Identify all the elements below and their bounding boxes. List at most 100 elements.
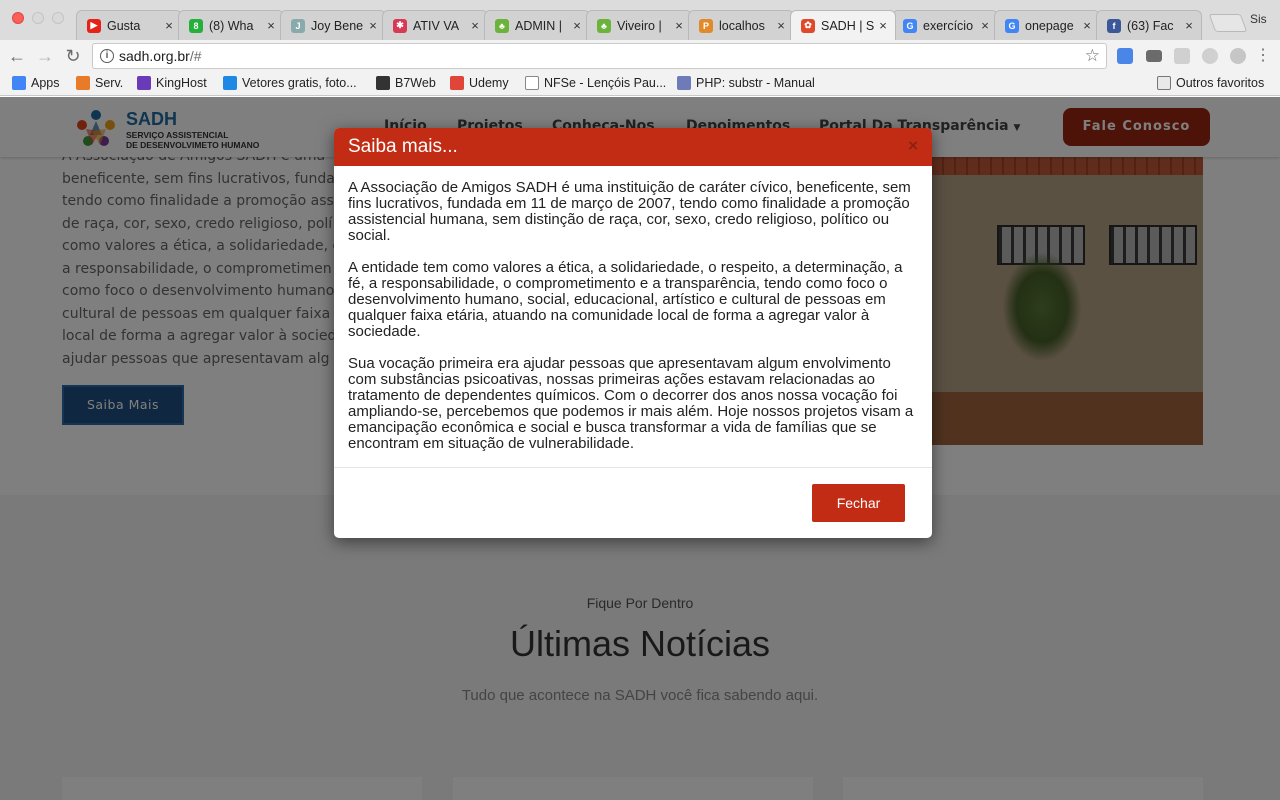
- profile-label[interactable]: Sis: [1250, 12, 1267, 26]
- extension-icon[interactable]: [1174, 48, 1190, 64]
- close-tab-icon[interactable]: ×: [469, 18, 481, 33]
- forward-arrow-icon[interactable]: →: [34, 45, 56, 67]
- modal-paragraph: Sua vocação primeira era ajudar pessoas …: [348, 355, 914, 452]
- bookmark-item[interactable]: NFSe - Lençóis Pau...: [525, 76, 666, 90]
- tab-title: SADH | S: [821, 18, 875, 33]
- close-tab-icon[interactable]: ×: [265, 18, 277, 33]
- tab-title: ATIV VA: [413, 18, 460, 33]
- bookmark-star-icon[interactable]: ☆: [1085, 44, 1100, 68]
- browser-tab[interactable]: Gexercício ×: [892, 10, 998, 40]
- freepik-icon: [223, 76, 237, 90]
- site-info-icon[interactable]: i: [100, 49, 114, 63]
- other-bookmarks-label: Outros favoritos: [1176, 76, 1265, 90]
- modal-paragraph: A entidade tem como valores a ética, a s…: [348, 259, 903, 340]
- address-bar[interactable]: i sadh.org.br/# ☆: [92, 43, 1107, 69]
- new-tab-button[interactable]: [1208, 14, 1248, 32]
- tab-title: onepage: [1025, 18, 1074, 33]
- cast-icon[interactable]: [1146, 50, 1162, 62]
- star-icon: ✱: [393, 18, 407, 33]
- kinghost-icon: [137, 76, 151, 90]
- phpmyadmin-icon: P: [699, 18, 713, 33]
- browser-tab[interactable]: ♣ ADMIN | ×: [484, 10, 590, 40]
- google-icon: G: [1005, 18, 1019, 33]
- close-tab-icon[interactable]: ×: [367, 18, 379, 33]
- leaf-icon: ♣: [495, 18, 509, 33]
- joy-icon: J: [291, 18, 305, 33]
- close-tab-icon[interactable]: ×: [775, 18, 787, 33]
- tab-title: exercício: [923, 18, 974, 33]
- browser-tab-bar: ▶ Gusta × 8 (8) Wha × J Joy Bene × ✱ ATIV VA × ♣ ADMI…: [0, 0, 1280, 40]
- browser-tab[interactable]: ▶ Gusta ×: [76, 10, 182, 40]
- window-close-button[interactable]: [12, 12, 24, 24]
- tab-title: Viveiro |: [617, 18, 662, 33]
- browser-menu-icon[interactable]: ⋮: [1252, 45, 1274, 67]
- modal-header: Saiba mais... ×: [334, 128, 932, 166]
- tab-title: ADMIN |: [515, 18, 562, 33]
- bookmark-label: KingHost: [156, 76, 207, 90]
- close-tab-icon[interactable]: ×: [1081, 18, 1093, 33]
- close-tab-icon[interactable]: ×: [877, 18, 889, 33]
- reload-icon[interactable]: ↻: [62, 45, 84, 67]
- bookmark-label: PHP: substr - Manual: [696, 76, 815, 90]
- bookmark-item[interactable]: Serv.: [76, 76, 123, 90]
- sadh-icon: ✿: [801, 18, 815, 33]
- saiba-mais-modal: Saiba mais... × A Associação de Amigos S…: [334, 128, 932, 538]
- bookmark-label: Serv.: [95, 76, 124, 90]
- bookmark-item[interactable]: B7Web: [376, 76, 436, 90]
- browser-tab[interactable]: Plocalhos ×: [688, 10, 794, 40]
- bookmark-item[interactable]: Apps: [12, 76, 60, 90]
- bookmark-item[interactable]: Vetores gratis, foto...: [223, 76, 357, 90]
- document-icon: [525, 76, 539, 90]
- bookmarks-bar: Outros favoritos Apps Serv. KingHost Vetore…: [0, 72, 1280, 96]
- browser-toolbar: ← → ↻ i sadh.org.br/# ☆ ⋮: [0, 40, 1280, 72]
- browser-tab[interactable]: 8 (8) Wha ×: [178, 10, 284, 40]
- close-modal-button[interactable]: Fechar: [812, 484, 905, 522]
- browser-tab[interactable]: J Joy Bene ×: [280, 10, 386, 40]
- bookmark-label: Apps: [31, 76, 60, 90]
- web-page: SADH SERVIÇO ASSISTENCIAL DE DESENVOLVIM…: [0, 97, 1280, 800]
- cloud-icon: [76, 76, 90, 90]
- facebook-icon: f: [1107, 18, 1121, 33]
- close-tab-icon[interactable]: ×: [163, 18, 175, 33]
- modal-paragraph: A Associação de Amigos SADH é uma instit…: [348, 179, 911, 244]
- browser-tab[interactable]: ✿ SADH | S ×: [790, 10, 896, 40]
- modal-title: Saiba mais...: [348, 136, 458, 157]
- other-bookmarks-folder[interactable]: Outros favoritos: [1157, 76, 1264, 90]
- bookmark-label: Vetores gratis, foto...: [242, 76, 357, 90]
- folder-icon: [1157, 76, 1171, 90]
- close-icon[interactable]: ×: [908, 136, 918, 156]
- whatsapp-icon: 8: [189, 18, 203, 33]
- browser-tab[interactable]: ♣ Viveiro | ×: [586, 10, 692, 40]
- b7web-icon: [376, 76, 390, 90]
- bookmark-item[interactable]: PHP: substr - Manual: [677, 76, 815, 90]
- modal-body: A Associação de Amigos SADH é uma instit…: [334, 166, 932, 468]
- bookmark-label: Udemy: [469, 76, 509, 90]
- extension-icon[interactable]: [1230, 48, 1246, 64]
- close-tab-icon[interactable]: ×: [1183, 18, 1195, 33]
- close-tab-icon[interactable]: ×: [673, 18, 685, 33]
- leaf-icon: ♣: [597, 18, 611, 33]
- google-icon: G: [903, 18, 917, 33]
- bookmark-item[interactable]: KingHost: [137, 76, 207, 90]
- close-tab-icon[interactable]: ×: [979, 18, 991, 33]
- back-arrow-icon[interactable]: ←: [6, 45, 28, 67]
- browser-tab[interactable]: f (63) Fac ×: [1096, 10, 1202, 40]
- tab-title: Gusta: [107, 18, 141, 33]
- translate-extension-icon[interactable]: [1117, 48, 1133, 64]
- php-icon: [677, 76, 691, 90]
- tab-strip: ▶ Gusta × 8 (8) Wha × J Joy Bene × ✱ ATIV VA × ♣ ADMI…: [76, 6, 1202, 40]
- window-maximize-button[interactable]: [52, 12, 64, 24]
- youtube-icon: ▶: [87, 18, 101, 33]
- browser-tab[interactable]: ✱ ATIV VA ×: [382, 10, 488, 40]
- bookmark-item[interactable]: Udemy: [450, 76, 509, 90]
- tab-title: Joy Bene: [311, 18, 364, 33]
- window-minimize-button[interactable]: [32, 12, 44, 24]
- extension-icon[interactable]: [1202, 48, 1218, 64]
- tab-title: (63) Fac: [1127, 18, 1174, 33]
- browser-tab[interactable]: Gonepage ×: [994, 10, 1100, 40]
- apps-icon: [12, 76, 26, 90]
- url-path: /#: [189, 48, 202, 64]
- bookmark-label: B7Web: [395, 76, 436, 90]
- close-tab-icon[interactable]: ×: [571, 18, 583, 33]
- bookmark-label: NFSe - Lençóis Pau...: [544, 76, 667, 90]
